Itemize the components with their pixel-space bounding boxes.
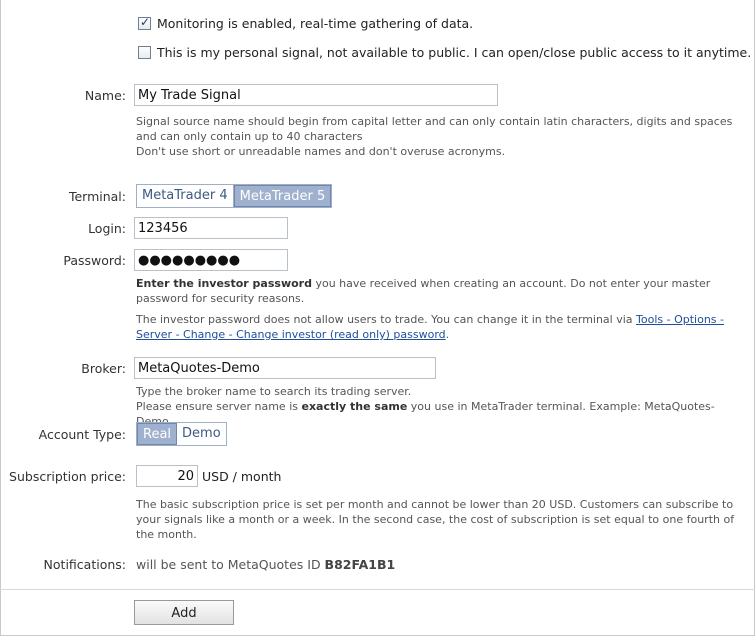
account-demo-option[interactable]: Demo [177, 423, 226, 445]
terminal-mt4-option[interactable]: MetaTrader 4 [137, 185, 234, 207]
password-input[interactable] [134, 249, 288, 271]
account-real-option[interactable]: Real [137, 423, 178, 445]
name-hint-advice: Don't use short or unreadable names and … [136, 145, 506, 158]
terminal-label: Terminal: [68, 189, 126, 204]
add-button[interactable]: Add [134, 600, 234, 625]
password-label: Password: [63, 253, 126, 268]
account-type-label: Account Type: [38, 427, 126, 442]
login-label: Login: [88, 221, 126, 236]
notifications-label: Notifications: [43, 557, 126, 572]
name-input[interactable] [134, 84, 498, 106]
name-hint: Signal source name should begin from cap… [136, 114, 736, 159]
broker-hint-1: Type the broker name to search its tradi… [136, 385, 412, 398]
terminal-selector[interactable]: MetaTrader 4 MetaTrader 5 [136, 184, 333, 208]
personal-signal-checkbox[interactable] [138, 46, 151, 59]
broker-label: Broker: [81, 361, 126, 376]
personal-signal-label: This is my personal signal, not availabl… [157, 45, 752, 60]
subscription-price-input[interactable] [136, 465, 198, 487]
subscription-unit: USD / month [202, 469, 282, 484]
footer-divider [0, 589, 755, 590]
password-hint-1: Enter the investor password you have rec… [136, 277, 711, 305]
login-input[interactable] [134, 217, 288, 239]
terminal-mt5-option[interactable]: MetaTrader 5 [233, 185, 332, 207]
monitoring-label: Monitoring is enabled, real-time gatheri… [157, 16, 474, 31]
broker-input[interactable] [134, 357, 436, 379]
subscription-hint: The basic subscription price is set per … [136, 498, 735, 541]
account-type-selector[interactable]: Real Demo [136, 422, 227, 446]
name-hint-rules: Signal source name should begin from cap… [136, 115, 733, 143]
password-hint: Enter the investor password you have rec… [136, 276, 741, 342]
subscription-label: Subscription price: [9, 469, 126, 484]
notifications-text: will be sent to MetaQuotes ID B82FA1B1 [136, 557, 396, 572]
metaquotes-id: B82FA1B1 [324, 557, 396, 572]
name-label: Name: [84, 88, 126, 103]
password-hint-2: The investor password does not allow use… [136, 313, 724, 341]
monitoring-checkbox[interactable] [138, 15, 151, 30]
